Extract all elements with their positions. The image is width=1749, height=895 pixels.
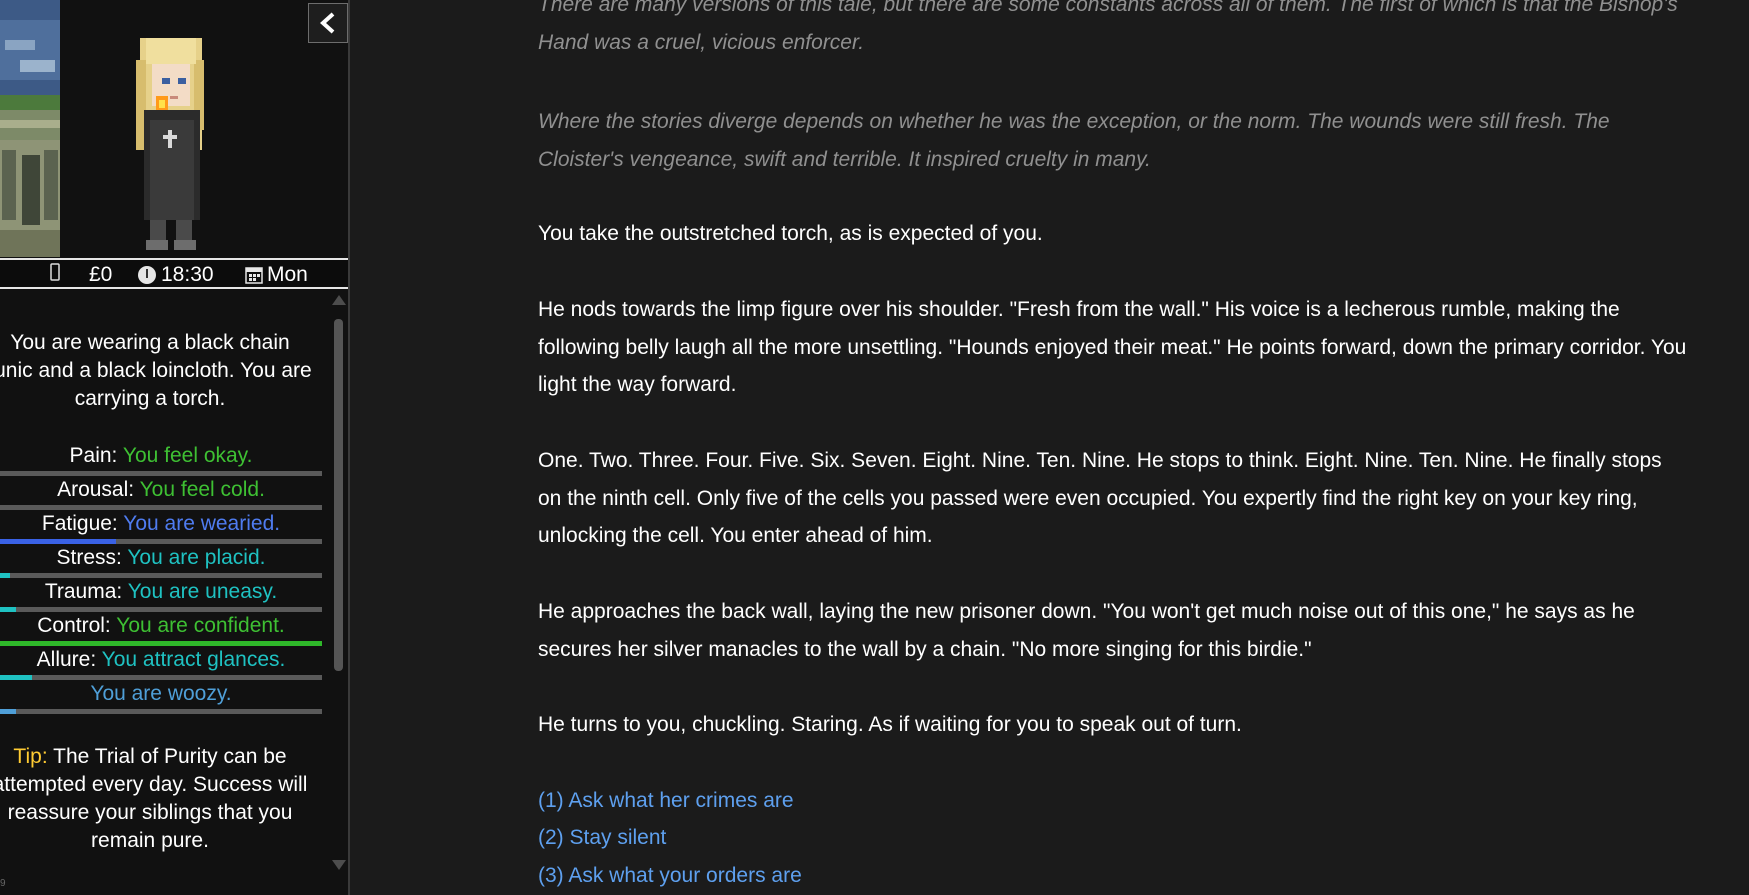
- tip-box: Tip: The Trial of Purity can be attempte…: [0, 743, 312, 855]
- day-value: Mon: [267, 263, 308, 286]
- version-label: 9: [0, 878, 6, 889]
- passage-paragraph: One. Two. Three. Four. Five. Six. Seven.…: [538, 449, 1662, 547]
- sidebar-scroll-area[interactable]: You are wearing a black chain tunic and …: [0, 295, 348, 895]
- stat-bar-fill: [0, 709, 17, 714]
- stat-value: You are wearied.: [123, 512, 281, 535]
- passage-paragraph: He turns to you, chuckling. Staring. As …: [538, 713, 1242, 736]
- stat-value: You are confident.: [116, 614, 285, 637]
- stat-drunk: You are woozy.: [0, 681, 322, 714]
- passage-paragraph: He nods towards the limp figure over his…: [538, 298, 1687, 396]
- stat-bar: [0, 641, 322, 646]
- stat-label: Arousal:: [57, 478, 135, 501]
- scroll-thumb[interactable]: [334, 319, 343, 671]
- stat-bar-fill: [0, 641, 322, 646]
- passage-paragraph: You take the outstretched torch, as is e…: [538, 222, 1043, 245]
- passage-paragraph: Where the stories diverge depends on whe…: [538, 110, 1610, 171]
- stat-value: You are uneasy.: [127, 580, 278, 603]
- stat-value: You are placid.: [127, 546, 266, 569]
- stat-bar: [0, 471, 322, 476]
- stat-bar-fill: [0, 607, 17, 612]
- passage-paragraph: There are many versions of this tale, bu…: [538, 0, 1678, 54]
- collapse-sidebar-button[interactable]: [308, 3, 348, 43]
- stat-label: Fatigue:: [41, 512, 118, 535]
- stat-value: You attract glances.: [101, 648, 286, 671]
- clock-icon: [138, 266, 156, 284]
- character-scene: [0, 0, 348, 257]
- background-scenery-image: [0, 0, 60, 257]
- stat-value: You are woozy.: [90, 682, 232, 705]
- passage-paragraph: He approaches the back wall, laying the …: [538, 600, 1635, 661]
- money-display: £0: [89, 263, 112, 287]
- phone-icon-item[interactable]: [50, 263, 60, 281]
- time-display: 18:30: [137, 263, 214, 287]
- stat-value: You feel cold.: [139, 478, 265, 501]
- stat-value: You feel okay.: [122, 444, 253, 467]
- sidebar: £0 18:30 Mon You are wearing a black cha…: [0, 0, 350, 895]
- stat-bar-fill: [0, 539, 116, 544]
- stat-bar-fill: [0, 573, 10, 578]
- stat-bar: [0, 607, 322, 612]
- sidebar-scrollbar[interactable]: [330, 295, 348, 875]
- stat-bar: [0, 675, 322, 680]
- stat-bar: [0, 573, 322, 578]
- money-value: £0: [89, 263, 113, 286]
- stat-bar-fill: [0, 675, 33, 680]
- stat-bar: [0, 709, 322, 714]
- scroll-up-arrow[interactable]: [332, 295, 346, 305]
- calendar-icon: [245, 267, 263, 284]
- stat-control: Control: You are confident.: [0, 613, 322, 646]
- choice-link-ask-crimes[interactable]: (1) Ask what her crimes are: [538, 786, 794, 816]
- stat-fatigue: Fatigue: You are wearied.: [0, 511, 322, 544]
- chevron-left-icon: [320, 12, 335, 34]
- stat-bar: [0, 505, 322, 510]
- stat-label: Stress:: [56, 546, 122, 569]
- stat-allure: Allure: You attract glances.: [0, 647, 322, 680]
- scroll-down-arrow[interactable]: [332, 860, 346, 870]
- stat-label: Trauma:: [44, 580, 123, 603]
- stat-label: Pain:: [69, 444, 118, 467]
- stat-stress: Stress: You are placid.: [0, 545, 322, 578]
- stat-pain: Pain: You feel okay.: [0, 443, 322, 476]
- stat-trauma: Trauma: You are uneasy.: [0, 579, 322, 612]
- choice-link-stay-silent[interactable]: (2) Stay silent: [538, 823, 666, 853]
- stat-label: Allure:: [36, 648, 97, 671]
- stat-arousal: Arousal: You feel cold.: [0, 477, 322, 510]
- status-bar: £0 18:30 Mon: [0, 258, 348, 289]
- clothing-description: You are wearing a black chain tunic and …: [0, 331, 312, 410]
- phone-icon: [50, 263, 60, 281]
- tip-label: Tip:: [13, 745, 48, 768]
- time-value: 18:30: [161, 263, 214, 286]
- stat-label: Control:: [37, 614, 111, 637]
- choice-link-ask-orders[interactable]: (3) Ask what your orders are: [538, 861, 802, 891]
- character-sprite: [136, 38, 204, 250]
- day-display: Mon: [245, 263, 308, 287]
- stat-bar: [0, 539, 322, 544]
